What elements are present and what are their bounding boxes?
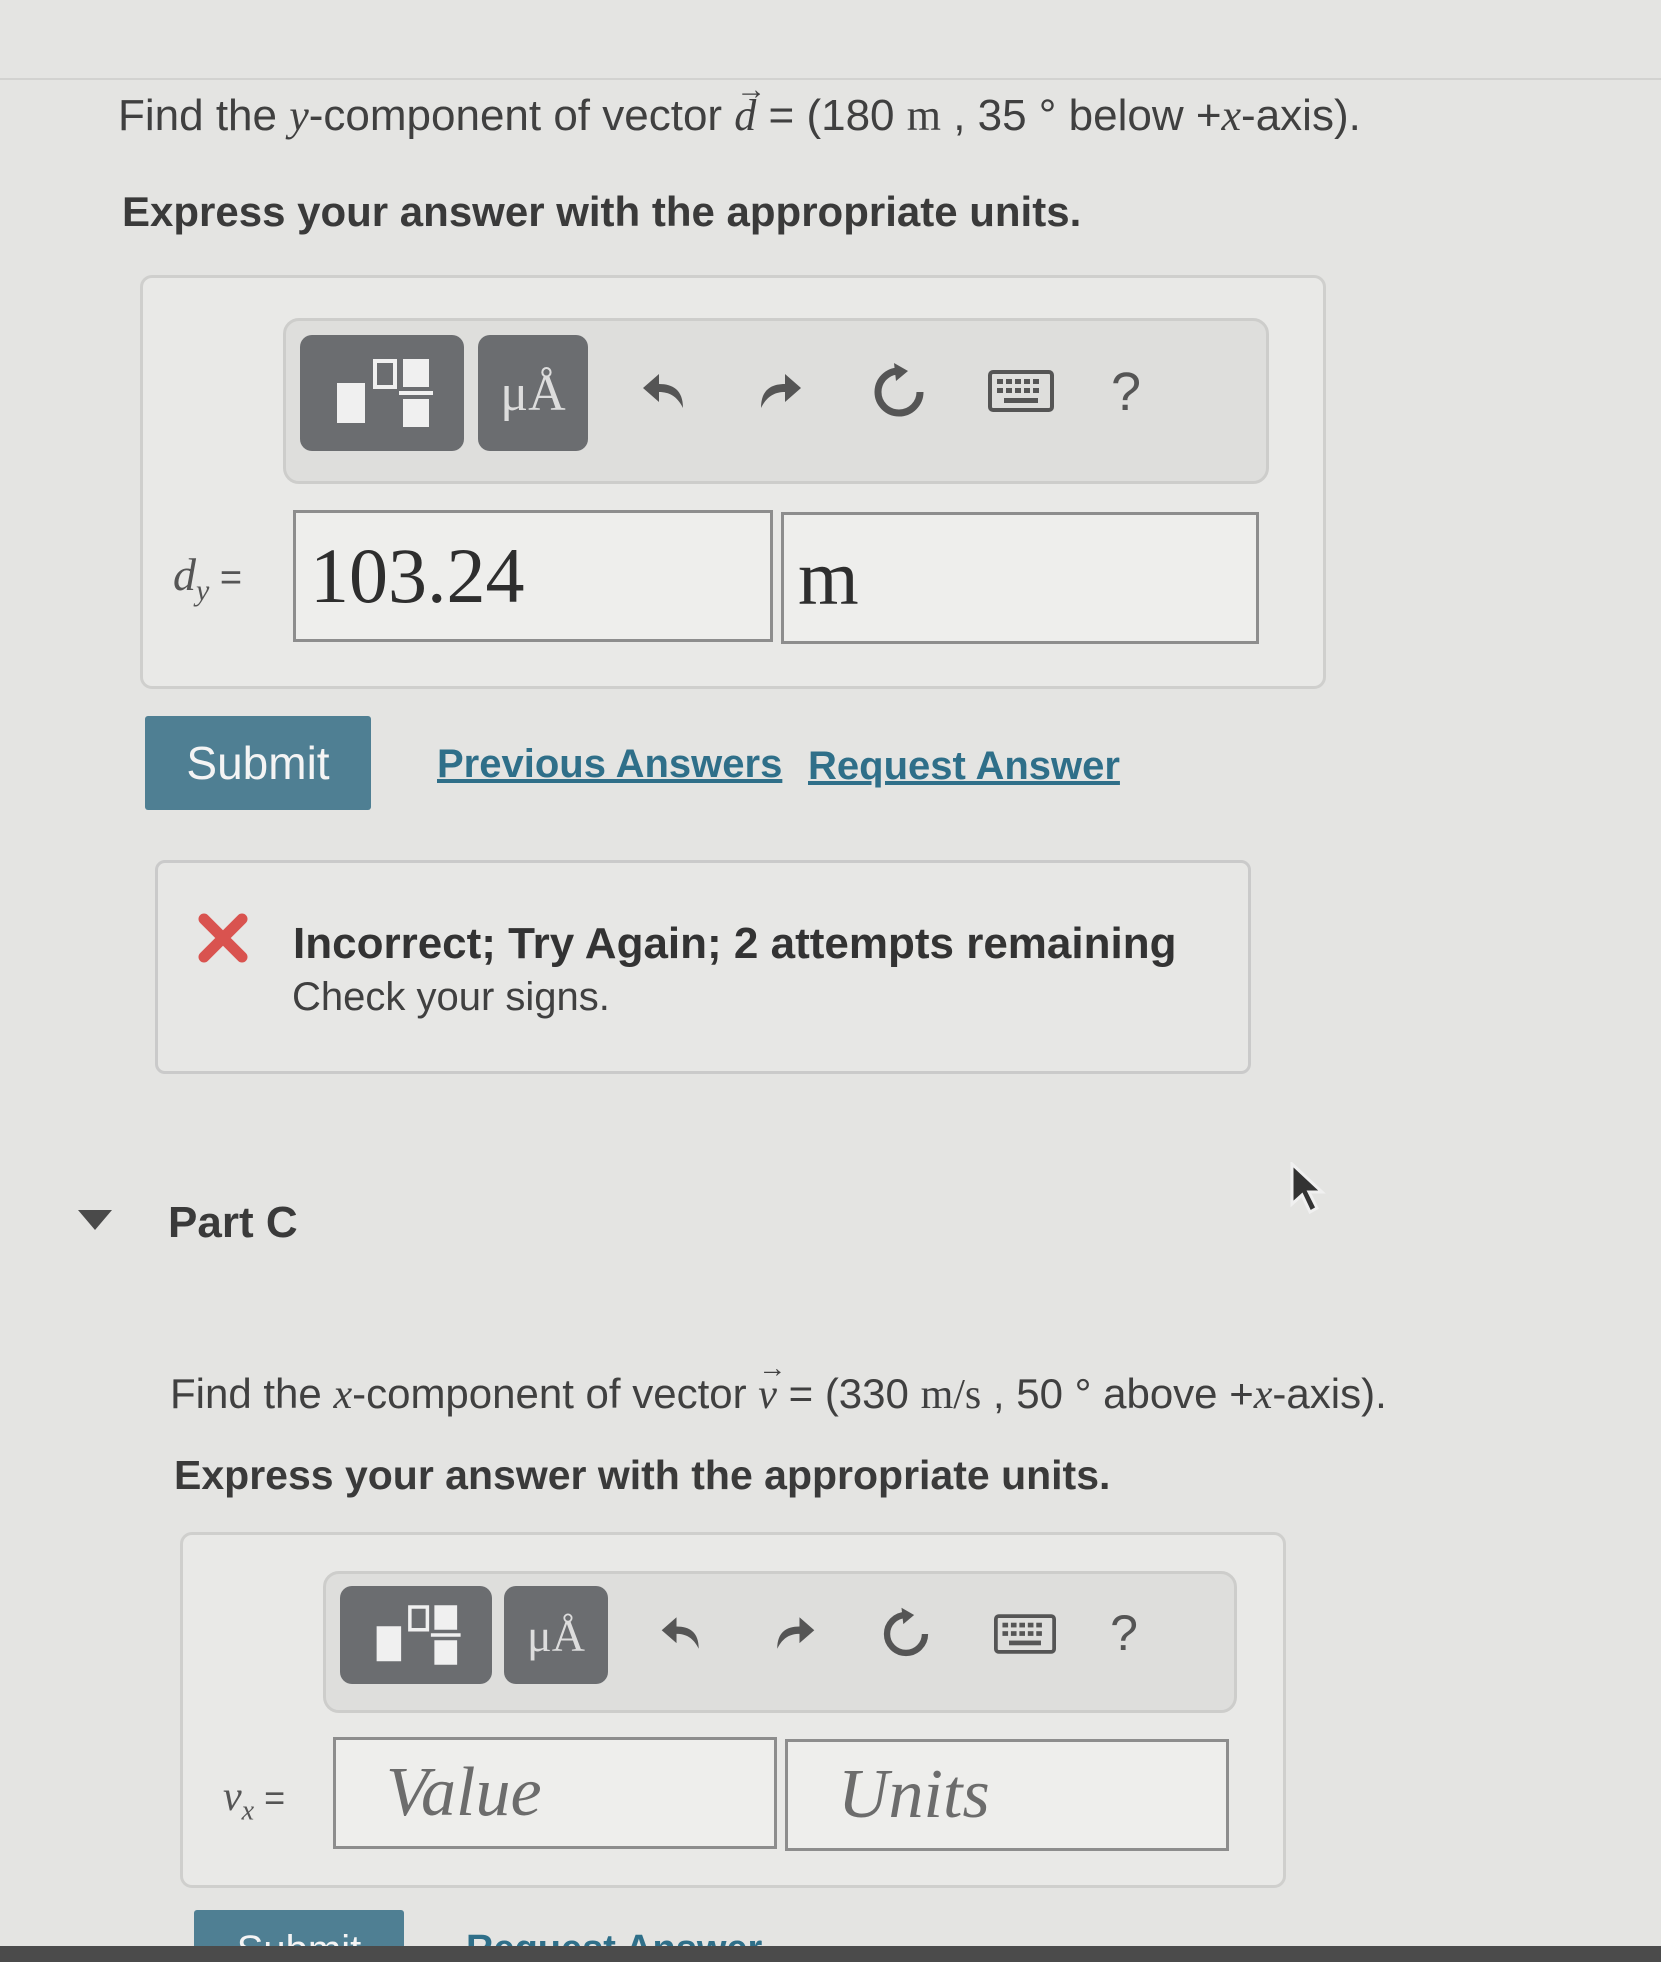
help-icon: ? <box>1110 1605 1138 1661</box>
units-icon: μÅ <box>500 364 566 422</box>
redo-button[interactable] <box>748 361 808 421</box>
reset-button[interactable] <box>876 1604 936 1664</box>
part-c-instruction: Express your answer with the appropriate… <box>174 1452 1111 1498</box>
bottom-edge <box>0 1946 1661 1962</box>
templates-button[interactable] <box>340 1586 492 1684</box>
dy-label: dy = <box>173 549 243 608</box>
reset-icon <box>874 363 924 417</box>
request-answer-link[interactable]: Request Answer <box>808 744 1120 789</box>
feedback-message: Check your signs. <box>292 975 610 1019</box>
feedback-box: Incorrect; Try Again; 2 attempts remaini… <box>155 860 1251 1074</box>
part-b-math-toolbar: μÅ ? <box>283 318 1269 484</box>
dy-value-input[interactable] <box>293 510 773 642</box>
templates-icon <box>337 359 433 427</box>
mouse-cursor-icon <box>1288 1160 1328 1221</box>
keyboard-icon <box>994 1614 1056 1654</box>
vx-value-input[interactable] <box>333 1737 777 1849</box>
redo-button[interactable] <box>766 1606 820 1660</box>
keyboard-button[interactable] <box>992 1612 1058 1656</box>
part-c-math-toolbar: μÅ ? <box>323 1571 1237 1713</box>
help-button[interactable]: ? <box>1096 357 1156 427</box>
redo-icon <box>777 1617 815 1649</box>
part-c-answer-panel: μÅ ? vx = <box>180 1532 1286 1888</box>
dy-units-input[interactable] <box>781 512 1259 644</box>
part-c-title[interactable]: Part C <box>168 1198 298 1248</box>
feedback-title: Incorrect; Try Again; 2 attempts remaini… <box>293 919 1177 968</box>
redo-icon <box>761 374 801 408</box>
part-c-question: Find the x-component of vector v → = (330… <box>170 1352 1387 1418</box>
keyboard-icon <box>988 370 1054 412</box>
undo-icon <box>661 1617 699 1649</box>
undo-button[interactable] <box>656 1606 710 1660</box>
templates-button[interactable] <box>300 335 464 451</box>
reset-icon <box>883 1607 929 1657</box>
previous-answers-link[interactable]: Previous Answers <box>437 742 782 787</box>
keyboard-button[interactable] <box>986 365 1056 417</box>
vx-label: vx = <box>223 1774 286 1827</box>
templates-icon <box>376 1605 461 1665</box>
undo-icon <box>643 374 683 408</box>
part-b-instruction: Express your answer with the appropriate… <box>122 188 1082 235</box>
top-divider <box>0 78 1661 80</box>
collapse-triangle-icon[interactable] <box>76 1208 114 1237</box>
vx-units-input[interactable] <box>785 1739 1229 1851</box>
part-b-answer-panel: μÅ ? dy = <box>140 275 1326 689</box>
error-x-icon <box>198 913 248 968</box>
help-button[interactable]: ? <box>1096 1600 1152 1666</box>
units-button[interactable]: μÅ <box>504 1586 608 1684</box>
part-b-question: Find the y-component of vector d → = (180… <box>118 73 1361 140</box>
part-b-submit-button[interactable]: Submit <box>145 716 371 810</box>
undo-button[interactable] <box>636 361 696 421</box>
help-icon: ? <box>1110 362 1142 422</box>
reset-button[interactable] <box>866 359 932 425</box>
units-icon: μÅ <box>527 1609 585 1661</box>
units-button[interactable]: μÅ <box>478 335 588 451</box>
